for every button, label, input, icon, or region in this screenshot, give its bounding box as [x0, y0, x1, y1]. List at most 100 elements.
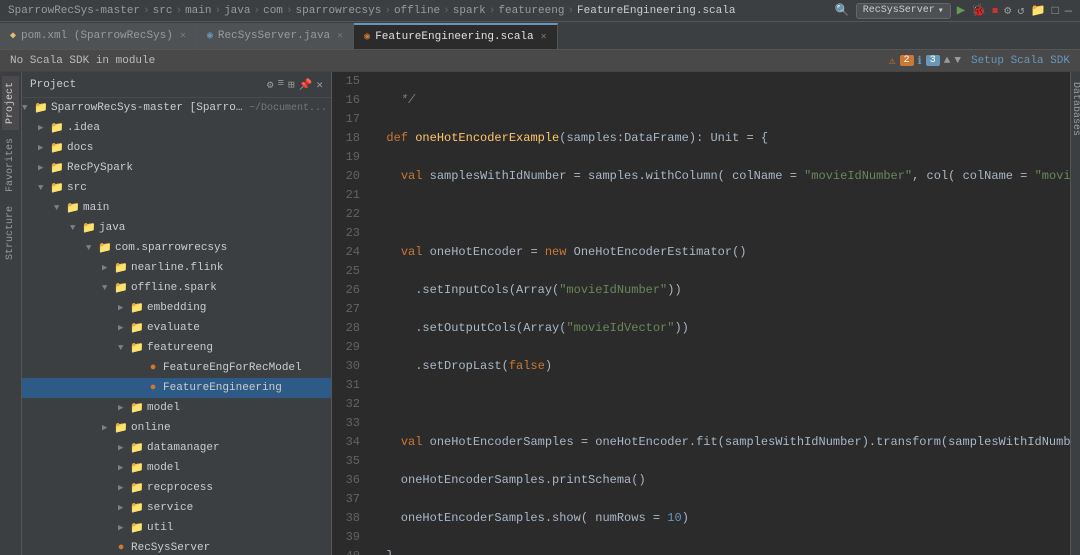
tree-item-label: embedding	[147, 302, 206, 314]
breadcrumb-sep: ›	[489, 5, 496, 17]
breadcrumb-item[interactable]: com	[263, 5, 283, 17]
project-title: Project	[30, 79, 76, 91]
minimize-icon[interactable]: —	[1065, 4, 1072, 18]
tab-featureengineering[interactable]: ◉ FeatureEngineering.scala ✕	[354, 23, 558, 49]
structure-tab-item[interactable]: Structure	[2, 200, 19, 266]
tree-item-label: RecSysServer	[131, 542, 210, 554]
tree-item-label: FeatureEngineering	[163, 382, 282, 394]
tree-header: Project ⚙ ≡ ⊞ 📌 ✕	[22, 72, 331, 98]
sort-icon[interactable]: ≡	[277, 78, 284, 92]
pin-icon[interactable]: 📌	[299, 78, 313, 92]
update-icon[interactable]: ↺	[1017, 3, 1024, 18]
tree-item-src[interactable]: ▼ 📁 src	[22, 178, 331, 198]
tree-item-datamanager[interactable]: ▶ 📁 datamanager	[22, 438, 331, 458]
tree-item-featureengineering[interactable]: ● FeatureEngineering	[22, 378, 331, 398]
databases-label[interactable]: Databases	[1070, 72, 1080, 136]
scala-file-icon: ●	[146, 381, 160, 395]
folder-icon: 📁	[130, 521, 144, 535]
arrow-icon: ▶	[118, 503, 130, 513]
breadcrumb-item[interactable]: offline	[394, 5, 440, 17]
tree-item-recpyspark[interactable]: ▶ 📁 RecPySpark	[22, 158, 331, 178]
tree-item-java[interactable]: ▼ 📁 java	[22, 218, 331, 238]
arrow-icon: ▼	[86, 243, 98, 253]
tree-item-embedding[interactable]: ▶ 📁 embedding	[22, 298, 331, 318]
debug-icon[interactable]: 🐞	[971, 3, 986, 18]
tree-item-label: service	[147, 502, 193, 514]
code-line-23	[372, 395, 1070, 414]
tree-item-com-sparrowrecsys[interactable]: ▼ 📁 com.sparrowrecsys	[22, 238, 331, 258]
tree-item-main[interactable]: ▼ 📁 main	[22, 198, 331, 218]
tab-pom-xml[interactable]: ◆ pom.xml (SparrowRecSys) ✕	[0, 23, 197, 49]
tree-item-evaluate[interactable]: ▶ 📁 evaluate	[22, 318, 331, 338]
setup-sdk-button[interactable]: Setup Scala SDK	[971, 55, 1070, 67]
code-line-16: def oneHotEncoderExample(samples:DataFra…	[372, 129, 1070, 148]
breadcrumb-item[interactable]: spark	[453, 5, 486, 17]
chevron-down-icon[interactable]: ▼	[954, 55, 961, 67]
breadcrumb-item[interactable]: main	[185, 5, 211, 17]
folder-icon: 📁	[130, 481, 144, 495]
code-line-27: }	[372, 547, 1070, 555]
settings-icon[interactable]: ⚙	[1004, 3, 1011, 18]
tree-item-recprocess[interactable]: ▶ 📁 recprocess	[22, 478, 331, 498]
breadcrumb-item[interactable]: sparrowrecsys	[296, 5, 382, 17]
search-icon[interactable]: 🔍	[835, 3, 850, 18]
code-line-21: .setOutputCols(Array("movieIdVector"))	[372, 319, 1070, 338]
close-icon[interactable]: ✕	[316, 78, 323, 92]
tree-item-model2[interactable]: ▶ 📁 model	[22, 458, 331, 478]
tree-item-label: model	[147, 402, 180, 414]
tree-item-offline-spark[interactable]: ▼ 📁 offline.spark	[22, 278, 331, 298]
tree-item-idea[interactable]: ▶ 📁 .idea	[22, 118, 331, 138]
arrow-icon: ▶	[38, 143, 50, 153]
server-label: RecSysServer	[863, 5, 935, 16]
expand-icon[interactable]: ⊞	[288, 78, 295, 92]
tree-item-label: .idea	[67, 122, 100, 134]
code-line-24: val oneHotEncoderSamples = oneHotEncoder…	[372, 433, 1070, 452]
favorites-tab[interactable]: Favorites	[2, 132, 19, 198]
breadcrumb-sep: ›	[443, 5, 450, 17]
code-content: 1516171819 2021222324 2526272829 3031323…	[332, 72, 1070, 555]
tree-item-nearline[interactable]: ▶ 📁 nearline.flink	[22, 258, 331, 278]
tree-item-featureeng[interactable]: ▼ 📁 featureeng	[22, 338, 331, 358]
tree-item-docs[interactable]: ▶ 📁 docs	[22, 138, 331, 158]
tab-label: RecSysServer.java	[218, 30, 330, 42]
tree-item-recsysserver[interactable]: ● RecSysServer	[22, 538, 331, 555]
tree-item-label: src	[67, 182, 87, 194]
arrow-icon: ▼	[118, 343, 130, 353]
folder-icon[interactable]: 📁	[1031, 3, 1046, 18]
breadcrumb-item[interactable]: SparrowRecSys-master	[8, 5, 140, 17]
warning-count: 2	[900, 55, 914, 66]
breadcrumb-item[interactable]: src	[153, 5, 173, 17]
tree-item-label: online	[131, 422, 171, 434]
tree-item-label: SparrowRecSys-master [SparrowRecSys]	[51, 102, 245, 114]
tree-item-online[interactable]: ▶ 📁 online	[22, 418, 331, 438]
breadcrumb-item[interactable]: java	[224, 5, 250, 17]
tree-item-service[interactable]: ▶ 📁 service	[22, 498, 331, 518]
folder-icon: 📁	[130, 461, 144, 475]
maximize-icon[interactable]: □	[1052, 4, 1059, 18]
code-line-22: .setDropLast(false)	[372, 357, 1070, 376]
tab-recsysserver[interactable]: ◉ RecSysServer.java ✕	[197, 23, 354, 49]
close-icon[interactable]: ✕	[180, 30, 186, 42]
arrow-icon: ▶	[118, 463, 130, 473]
arrow-icon: ▶	[118, 523, 130, 533]
settings-icon[interactable]: ⚙	[267, 78, 274, 92]
tree-item-label: recprocess	[147, 482, 213, 494]
code-line-18	[372, 205, 1070, 224]
right-panel: Databases	[1070, 72, 1080, 555]
tree-item-featureeng-recmodel[interactable]: ● FeatureEngForRecModel	[22, 358, 331, 378]
tree-root[interactable]: ▼ 📁 SparrowRecSys-master [SparrowRecSys]…	[22, 98, 331, 118]
arrow-icon: ▼	[38, 183, 50, 193]
stop-icon[interactable]: ⏹	[992, 4, 998, 18]
breadcrumb-item[interactable]: featureeng	[498, 5, 564, 17]
chevron-up-icon[interactable]: ▲	[944, 55, 951, 67]
tree-item-util[interactable]: ▶ 📁 util	[22, 518, 331, 538]
tree-item-model1[interactable]: ▶ 📁 model	[22, 398, 331, 418]
tree-header-icons: ⚙ ≡ ⊞ 📌 ✕	[267, 78, 323, 92]
run-icon[interactable]: ▶	[957, 2, 965, 19]
close-icon[interactable]: ✕	[337, 30, 343, 42]
close-icon[interactable]: ✕	[541, 31, 547, 43]
code-area[interactable]: */ def oneHotEncoderExample(samples:Data…	[368, 72, 1070, 555]
project-tab[interactable]: Project	[2, 76, 19, 130]
server-button[interactable]: RecSysServer ▾	[856, 3, 951, 19]
breadcrumb-sep: ›	[143, 5, 150, 17]
